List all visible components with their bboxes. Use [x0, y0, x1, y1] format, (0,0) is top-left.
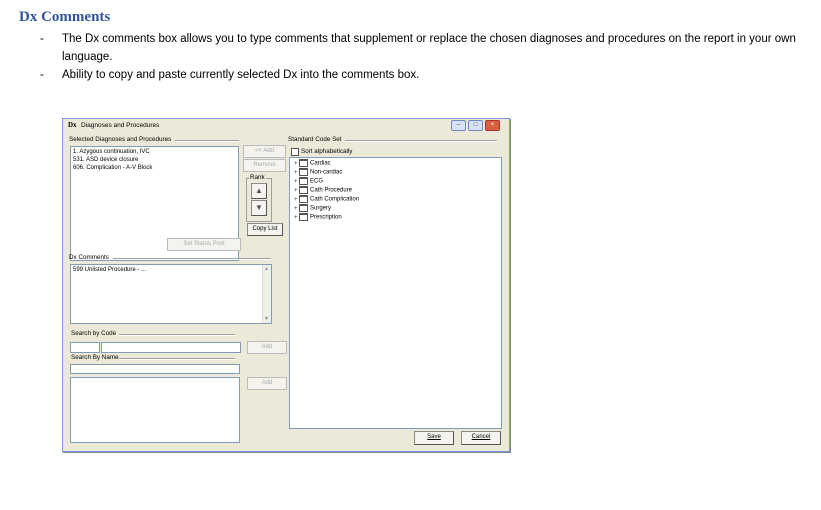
tree-item-label: Cath Procedure: [310, 187, 353, 194]
tree-item-surgery[interactable]: + Surgery: [294, 204, 331, 212]
set-status-post-button[interactable]: Set Status Post: [167, 238, 241, 251]
tree-item-prescription[interactable]: + Prescription: [294, 213, 342, 221]
list-item[interactable]: 1. Azygous continuation, IVC: [73, 149, 150, 155]
maximize-button[interactable]: □: [468, 120, 483, 131]
tree-item-label: Cardiac: [310, 160, 331, 167]
folder-icon: [299, 177, 308, 185]
diagnoses-dialog: Dx Diagnoses and Procedures – □ × Select…: [62, 118, 510, 452]
bullet-dash: -: [40, 33, 44, 45]
divider: [119, 358, 235, 360]
divider: [113, 258, 271, 260]
search-results-list[interactable]: [70, 377, 240, 443]
remove-button[interactable]: Remove: [243, 159, 286, 172]
arrow-up-icon: ▲: [255, 186, 263, 195]
move-down-button[interactable]: ▼: [251, 200, 267, 216]
sort-alpha-checkbox[interactable]: [291, 148, 299, 156]
move-up-button[interactable]: ▲: [251, 183, 267, 199]
folder-icon: [299, 204, 308, 212]
tree-item-label: ECG: [310, 178, 324, 185]
standard-code-set-label: Standard Code Set: [288, 136, 342, 143]
scroll-down-icon[interactable]: ▼: [264, 316, 269, 322]
tree-item-cardiac[interactable]: + Cardiac: [294, 159, 331, 167]
search-name-input[interactable]: [70, 364, 240, 374]
list-item[interactable]: 531. ASD device closure: [73, 157, 138, 163]
window-title: Diagnoses and Procedures: [81, 122, 160, 129]
scroll-up-icon[interactable]: ▲: [264, 266, 269, 272]
rank-label: Rank: [249, 174, 266, 181]
close-button[interactable]: ×: [485, 120, 500, 131]
search-code-prefix-input[interactable]: [70, 342, 100, 353]
tree-item-label: Non-cardiac: [310, 169, 343, 176]
bullet-text: The Dx comments box allows you to type c…: [62, 33, 796, 63]
tree-item-ecg[interactable]: + ECG: [294, 177, 323, 185]
copy-list-button[interactable]: Copy List: [247, 223, 283, 236]
bullet-dash: -: [40, 69, 44, 81]
folder-icon: [299, 168, 308, 176]
tree-item-label: Surgery: [310, 205, 332, 212]
search-name-add-button[interactable]: Add: [247, 377, 287, 390]
list-item[interactable]: 606. Complication - A-V Block: [73, 165, 152, 171]
divider: [175, 140, 239, 142]
cancel-button[interactable]: Cancel: [461, 431, 501, 445]
tree-item-non-cardiac[interactable]: + Non-cardiac: [294, 168, 342, 176]
search-code-add-button[interactable]: Add: [247, 341, 287, 354]
selected-dx-label: Selected Diagnoses and Procedures: [69, 136, 172, 143]
folder-icon: [299, 159, 308, 167]
bullet-text: Ability to copy and paste currently sele…: [62, 69, 420, 81]
folder-icon: [299, 213, 308, 221]
dx-comments-label: Dx Comments: [69, 254, 109, 261]
folder-icon: [299, 186, 308, 194]
section-heading: Dx Comments: [19, 9, 111, 25]
code-set-tree[interactable]: + Cardiac + Non-cardiac + ECG + Cath Procedu…: [289, 157, 502, 429]
divider: [345, 140, 497, 142]
search-by-name-label: Search By Name: [71, 354, 119, 361]
comments-scrollbar[interactable]: ▲ ▼: [262, 265, 271, 323]
dx-comments-textarea[interactable]: 599 Unlisted Procedure - ... ▲ ▼: [70, 264, 272, 324]
search-by-code-label: Search by Code: [71, 330, 117, 337]
minimize-button[interactable]: –: [451, 120, 466, 131]
tree-item-label: Prescription: [310, 214, 342, 221]
comment-text: 599 Unlisted Procedure - ...: [73, 267, 147, 273]
tree-item-cath-complication[interactable]: + Cath Complication: [294, 195, 359, 203]
tree-item-cath-procedure[interactable]: + Cath Procedure: [294, 186, 352, 194]
sort-alpha-label: Sort alphabetically: [301, 148, 353, 155]
divider: [119, 334, 235, 336]
search-code-input[interactable]: [101, 342, 241, 353]
dx-app-icon: Dx: [68, 121, 77, 129]
save-button[interactable]: Save: [414, 431, 454, 445]
title-bar[interactable]: Dx Diagnoses and Procedures – □ ×: [63, 119, 509, 131]
tree-item-label: Cath Complication: [310, 196, 360, 203]
folder-icon: [299, 195, 308, 203]
add-to-selected-button[interactable]: << Add: [243, 145, 286, 158]
arrow-down-icon: ▼: [255, 203, 263, 212]
